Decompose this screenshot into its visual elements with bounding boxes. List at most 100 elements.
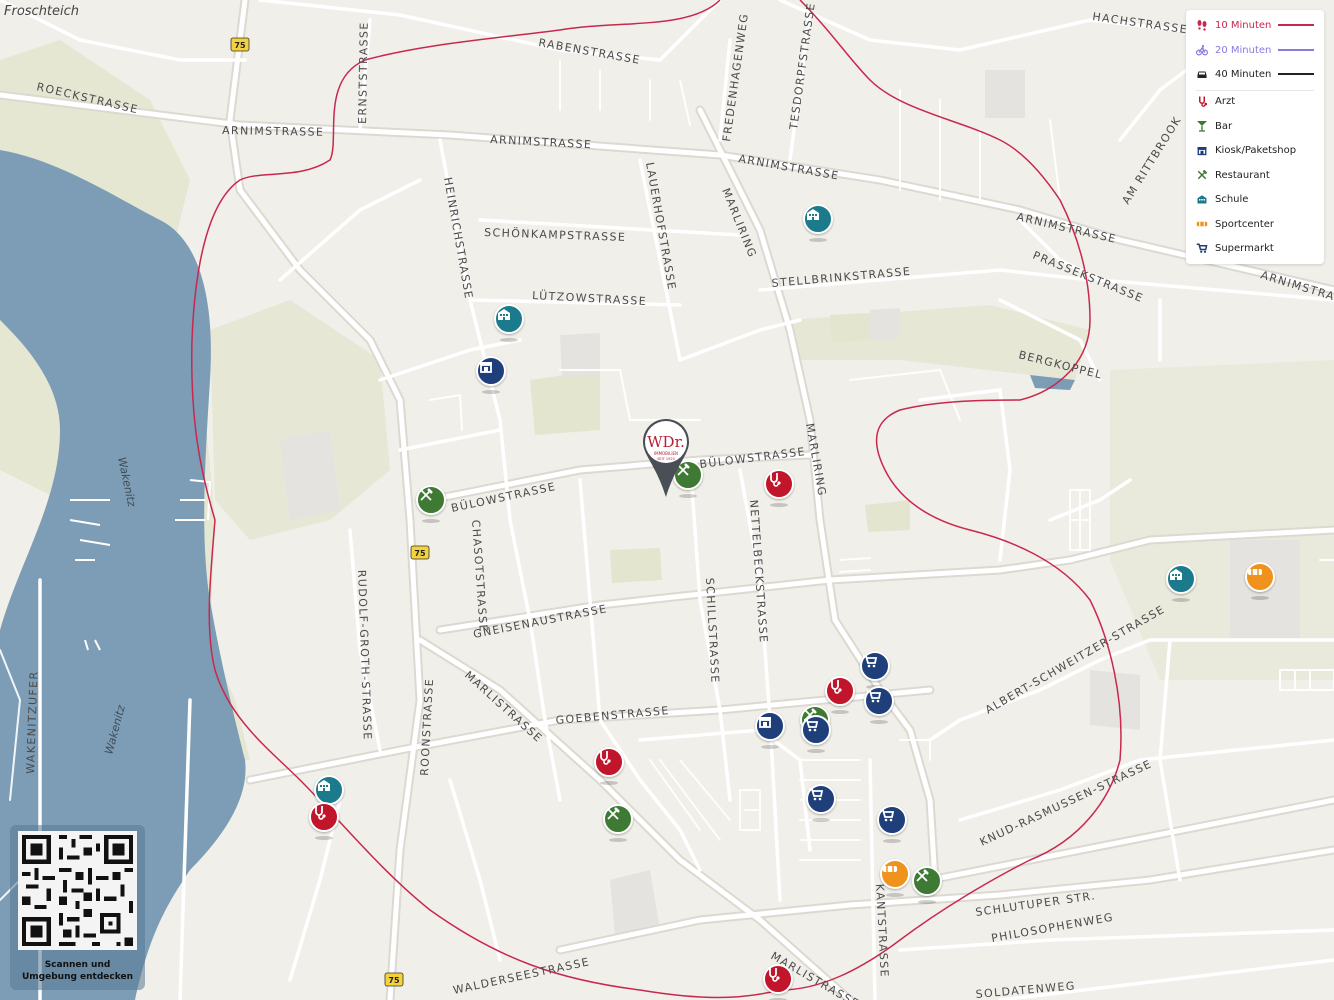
supermarket-icon [803, 719, 818, 733]
street-label: ERNSTSTRASSE [356, 21, 371, 124]
doctor-icon [831, 679, 843, 694]
qr-caption: Scannen und Umgebung entdecken [10, 959, 145, 983]
route-shield-label: 75 [234, 41, 246, 50]
restaurant-icon [1197, 169, 1208, 180]
legend-item-sportcenter[interactable]: Sportcenter [1196, 216, 1314, 232]
restaurant-icon [915, 868, 930, 883]
street-label: TESDORPFSTRASSE [787, 1, 818, 131]
legend-label: Supermarkt [1215, 242, 1274, 254]
street-label: BÜLOWSTRASSE [699, 445, 807, 471]
legend-item-bar[interactable]: Bar [1196, 118, 1314, 134]
supermarket-icon [866, 690, 881, 704]
supermarket-icon [1196, 243, 1208, 253]
legend-label: Sportcenter [1215, 218, 1275, 230]
marker-logo-text: WDr. [647, 433, 685, 451]
legend-item-schule[interactable]: Schule [1196, 191, 1314, 207]
street-label: STELLBRINKSTRASSE [771, 265, 912, 290]
sport-icon [1247, 568, 1263, 576]
school-poi[interactable] [1166, 564, 1196, 602]
legend-label: Kiosk/Paketshop [1215, 144, 1297, 156]
legend-isochrone-car[interactable]: 40 Minuten [1196, 66, 1314, 82]
doctor-icon [770, 472, 782, 487]
street-label: MARLIRING [803, 422, 829, 497]
legend-line [1278, 73, 1314, 75]
sport-icon [1196, 221, 1208, 227]
legend-label: 40 Minuten [1215, 68, 1272, 80]
supermarket-icon [808, 788, 823, 802]
legend-label: Bar [1215, 120, 1233, 132]
street-label: GOEBENSTRASSE [555, 704, 670, 727]
street-label: ARNIMSTRASSE [222, 124, 324, 139]
walk-icon [1197, 20, 1207, 31]
doctor-poi[interactable] [594, 747, 624, 785]
supermarket-poi[interactable] [801, 715, 831, 753]
legend-label: Arzt [1215, 95, 1236, 107]
doctor-poi[interactable] [763, 964, 793, 1000]
legend-line [1278, 49, 1314, 51]
route-shield-label: 75 [414, 549, 426, 558]
street-label: ARNIMSTRASSE [490, 133, 593, 151]
legend-item-supermarkt[interactable]: Supermarkt [1196, 240, 1314, 256]
legend-isochrone-walk[interactable]: 10 Minuten [1196, 17, 1314, 33]
qr-caption-line2: Umgebung entdecken [21, 972, 133, 982]
doctor-icon [1199, 96, 1208, 107]
doctor-icon [769, 967, 781, 982]
bike-icon [1196, 44, 1208, 56]
street-label: NETTELBECKSTRASSE [747, 499, 770, 644]
school-icon [1197, 195, 1207, 204]
school-poi[interactable] [494, 304, 524, 342]
legend-item-arzt[interactable]: Arzt [1196, 93, 1314, 109]
map-pin-icon: WDr. IMMOBILIEN SEIT 1920 [643, 419, 689, 497]
kiosk-poi[interactable] [476, 356, 506, 394]
restaurant-poi[interactable] [416, 485, 446, 523]
legend-item-restaurant[interactable]: Restaurant [1196, 167, 1314, 183]
property-location-marker[interactable]: WDr. IMMOBILIEN SEIT 1920 [641, 417, 691, 499]
street-label: CHASOTSTRASSE [469, 519, 490, 633]
sportcenter-poi[interactable] [880, 859, 910, 897]
supermarket-poi[interactable] [806, 784, 836, 822]
place-label: Froschteich [4, 4, 79, 19]
marker-logo-subtext: IMMOBILIEN [654, 451, 678, 456]
restaurant-poi[interactable] [603, 804, 633, 842]
school-poi[interactable] [314, 775, 344, 813]
sportcenter-poi[interactable] [1245, 562, 1275, 600]
qr-code-panel[interactable]: Scannen und Umgebung entdecken [10, 825, 145, 990]
supermarket-poi[interactable] [860, 651, 890, 689]
legend-label: Restaurant [1215, 169, 1270, 181]
legend-line [1278, 24, 1314, 26]
supermarket-icon [879, 809, 894, 823]
supermarket-icon [862, 655, 877, 669]
street-label: RUDOLF-GROTH-STRASSE [355, 570, 374, 741]
street-label: RABENSTRASSE [537, 36, 641, 67]
supermarket-poi[interactable] [877, 805, 907, 843]
legend-label: 20 Minuten [1215, 44, 1272, 56]
street-label: KNUD-RASMUSSEN-STRASSE [978, 757, 1154, 848]
doctor-poi[interactable] [309, 802, 339, 840]
kiosk-icon [758, 716, 772, 728]
school-icon [1170, 569, 1182, 580]
restaurant-poi[interactable] [912, 866, 942, 904]
map-canvas[interactable]: 75 75 75 Froschteich Wakenitz Wakenitz H… [0, 0, 1334, 1000]
school-poi[interactable] [803, 204, 833, 242]
qr-code-icon [18, 831, 137, 950]
legend-item-kiosk[interactable]: Kiosk/Paketshop [1196, 142, 1314, 158]
route-shield-label: 75 [388, 976, 400, 985]
street-label: HACHSTRASSE [1092, 10, 1189, 36]
school-icon [318, 780, 330, 791]
car-icon [1197, 71, 1207, 78]
supermarket-poi[interactable] [864, 686, 894, 724]
legend-label: 10 Minuten [1215, 19, 1272, 31]
legend-isochrone-bike[interactable]: 20 Minuten [1196, 42, 1314, 58]
legend-label: Schule [1215, 193, 1249, 205]
legend-divider [1196, 90, 1314, 91]
doctor-poi[interactable] [825, 676, 855, 714]
map-legend: 10 Minuten 20 Minuten 40 Minuten Arzt Ba… [1186, 10, 1324, 264]
school-icon [498, 309, 510, 320]
kiosk-poi[interactable] [755, 711, 785, 749]
doctor-poi[interactable] [764, 469, 794, 507]
school-icon [807, 209, 819, 220]
street-label: HEINRICHSTRASSE [441, 176, 475, 300]
bar-icon [1197, 121, 1207, 132]
restaurant-icon [606, 806, 621, 821]
doctor-icon [600, 750, 612, 765]
